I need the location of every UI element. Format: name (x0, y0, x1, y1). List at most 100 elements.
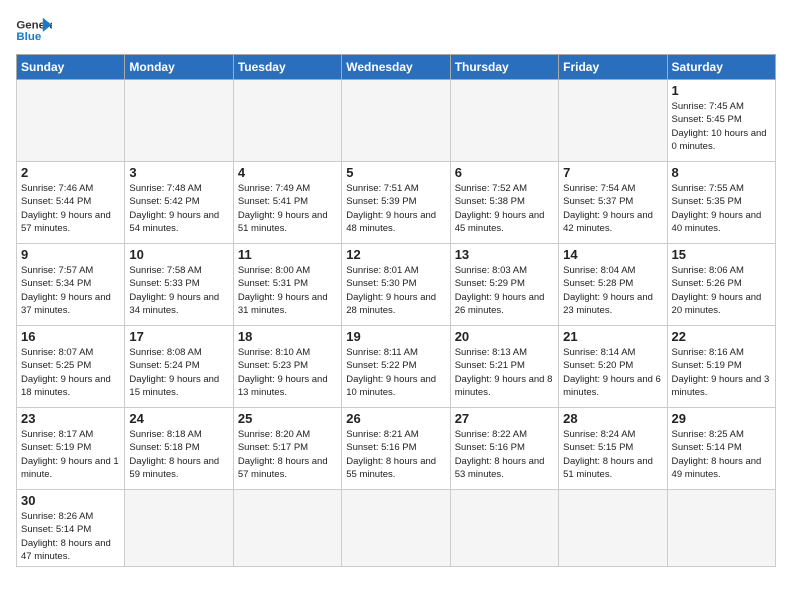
day-info: Sunrise: 8:17 AM Sunset: 5:19 PM Dayligh… (21, 428, 120, 481)
day-number: 1 (672, 83, 771, 98)
calendar-day-cell: 2 Sunrise: 7:46 AM Sunset: 5:44 PM Daylig… (17, 162, 125, 244)
weekday-header-cell: Tuesday (233, 55, 341, 80)
calendar-day-cell: 24Sunrise: 8:18 AM Sunset: 5:18 PM Dayli… (125, 408, 233, 490)
calendar-day-cell: 7Sunrise: 7:54 AM Sunset: 5:37 PM Daylig… (559, 162, 667, 244)
calendar-table: SundayMondayTuesdayWednesdayThursdayFrid… (16, 54, 776, 567)
calendar-week-row: 16Sunrise: 8:07 AM Sunset: 5:25 PM Dayli… (17, 326, 776, 408)
calendar-day-cell: 9 Sunrise: 7:57 AM Sunset: 5:34 PM Daylig… (17, 244, 125, 326)
day-info: Sunrise: 8:16 AM Sunset: 5:19 PM Dayligh… (672, 346, 771, 399)
calendar-day-cell: 22 Sunrise: 8:16 AM Sunset: 5:19 PM Dayli… (667, 326, 775, 408)
day-number: 13 (455, 247, 554, 262)
calendar-day-cell (559, 80, 667, 162)
day-number: 23 (21, 411, 120, 426)
calendar-day-cell: 18Sunrise: 8:10 AM Sunset: 5:23 PM Dayli… (233, 326, 341, 408)
day-info: Sunrise: 8:18 AM Sunset: 5:18 PM Dayligh… (129, 428, 228, 481)
day-number: 12 (346, 247, 445, 262)
day-number: 21 (563, 329, 662, 344)
calendar-day-cell: 26Sunrise: 8:21 AM Sunset: 5:16 PM Dayli… (342, 408, 450, 490)
weekday-header-cell: Friday (559, 55, 667, 80)
calendar-day-cell: 8 Sunrise: 7:55 AM Sunset: 5:35 PM Daylig… (667, 162, 775, 244)
day-number: 19 (346, 329, 445, 344)
logo-icon: General Blue (16, 16, 52, 46)
calendar-day-cell (667, 490, 775, 567)
calendar-day-cell: 23 Sunrise: 8:17 AM Sunset: 5:19 PM Dayli… (17, 408, 125, 490)
day-info: Sunrise: 8:11 AM Sunset: 5:22 PM Dayligh… (346, 346, 445, 399)
day-number: 4 (238, 165, 337, 180)
calendar-week-row: 2 Sunrise: 7:46 AM Sunset: 5:44 PM Daylig… (17, 162, 776, 244)
calendar-day-cell: 10 Sunrise: 7:58 AM Sunset: 5:33 PM Dayli… (125, 244, 233, 326)
calendar-day-cell: 29Sunrise: 8:25 AM Sunset: 5:14 PM Dayli… (667, 408, 775, 490)
calendar-day-cell: 12 Sunrise: 8:01 AM Sunset: 5:30 PM Dayli… (342, 244, 450, 326)
calendar-day-cell: 16Sunrise: 8:07 AM Sunset: 5:25 PM Dayli… (17, 326, 125, 408)
calendar-week-row: 1 Sunrise: 7:45 AM Sunset: 5:45 PM Daylig… (17, 80, 776, 162)
day-number: 9 (21, 247, 120, 262)
day-info: Sunrise: 8:07 AM Sunset: 5:25 PM Dayligh… (21, 346, 120, 399)
calendar-day-cell: 21Sunrise: 8:14 AM Sunset: 5:20 PM Dayli… (559, 326, 667, 408)
calendar-day-cell: 3Sunrise: 7:48 AM Sunset: 5:42 PM Daylig… (125, 162, 233, 244)
day-info: Sunrise: 7:55 AM Sunset: 5:35 PM Dayligh… (672, 182, 771, 235)
weekday-header-row: SundayMondayTuesdayWednesdayThursdayFrid… (17, 55, 776, 80)
calendar-week-row: 30 Sunrise: 8:26 AM Sunset: 5:14 PM Dayli… (17, 490, 776, 567)
day-info: Sunrise: 7:58 AM Sunset: 5:33 PM Dayligh… (129, 264, 228, 317)
calendar-day-cell: 17 Sunrise: 8:08 AM Sunset: 5:24 PM Dayli… (125, 326, 233, 408)
day-info: Sunrise: 8:26 AM Sunset: 5:14 PM Dayligh… (21, 510, 120, 563)
calendar-day-cell: 15Sunrise: 8:06 AM Sunset: 5:26 PM Dayli… (667, 244, 775, 326)
calendar-body: 1 Sunrise: 7:45 AM Sunset: 5:45 PM Daylig… (17, 80, 776, 567)
day-info: Sunrise: 7:45 AM Sunset: 5:45 PM Dayligh… (672, 100, 771, 153)
day-number: 27 (455, 411, 554, 426)
calendar-day-cell: 6 Sunrise: 7:52 AM Sunset: 5:38 PM Daylig… (450, 162, 558, 244)
day-number: 6 (455, 165, 554, 180)
day-number: 22 (672, 329, 771, 344)
calendar-day-cell (342, 490, 450, 567)
day-info: Sunrise: 7:49 AM Sunset: 5:41 PM Dayligh… (238, 182, 337, 235)
calendar-day-cell (125, 490, 233, 567)
calendar-day-cell: 28Sunrise: 8:24 AM Sunset: 5:15 PM Dayli… (559, 408, 667, 490)
calendar-day-cell (233, 80, 341, 162)
calendar-day-cell (450, 490, 558, 567)
day-info: Sunrise: 7:54 AM Sunset: 5:37 PM Dayligh… (563, 182, 662, 235)
calendar-day-cell: 11 Sunrise: 8:00 AM Sunset: 5:31 PM Dayli… (233, 244, 341, 326)
day-info: Sunrise: 8:10 AM Sunset: 5:23 PM Dayligh… (238, 346, 337, 399)
day-number: 17 (129, 329, 228, 344)
day-info: Sunrise: 8:00 AM Sunset: 5:31 PM Dayligh… (238, 264, 337, 317)
day-info: Sunrise: 8:08 AM Sunset: 5:24 PM Dayligh… (129, 346, 228, 399)
day-number: 8 (672, 165, 771, 180)
day-info: Sunrise: 7:46 AM Sunset: 5:44 PM Dayligh… (21, 182, 120, 235)
day-info: Sunrise: 8:01 AM Sunset: 5:30 PM Dayligh… (346, 264, 445, 317)
calendar-day-cell: 30 Sunrise: 8:26 AM Sunset: 5:14 PM Dayli… (17, 490, 125, 567)
calendar-day-cell: 19 Sunrise: 8:11 AM Sunset: 5:22 PM Dayli… (342, 326, 450, 408)
calendar-day-cell (559, 490, 667, 567)
calendar-week-row: 23 Sunrise: 8:17 AM Sunset: 5:19 PM Dayli… (17, 408, 776, 490)
weekday-header-cell: Wednesday (342, 55, 450, 80)
day-number: 20 (455, 329, 554, 344)
day-number: 10 (129, 247, 228, 262)
calendar-day-cell (125, 80, 233, 162)
day-info: Sunrise: 8:04 AM Sunset: 5:28 PM Dayligh… (563, 264, 662, 317)
day-number: 30 (21, 493, 120, 508)
day-number: 29 (672, 411, 771, 426)
calendar-week-row: 9 Sunrise: 7:57 AM Sunset: 5:34 PM Daylig… (17, 244, 776, 326)
weekday-header-cell: Thursday (450, 55, 558, 80)
calendar-day-cell (233, 490, 341, 567)
day-number: 14 (563, 247, 662, 262)
calendar-day-cell (342, 80, 450, 162)
weekday-header-cell: Monday (125, 55, 233, 80)
calendar-day-cell: 4 Sunrise: 7:49 AM Sunset: 5:41 PM Daylig… (233, 162, 341, 244)
day-info: Sunrise: 7:57 AM Sunset: 5:34 PM Dayligh… (21, 264, 120, 317)
calendar-day-cell: 25 Sunrise: 8:20 AM Sunset: 5:17 PM Dayli… (233, 408, 341, 490)
calendar-day-cell: 20Sunrise: 8:13 AM Sunset: 5:21 PM Dayli… (450, 326, 558, 408)
calendar-day-cell: 13 Sunrise: 8:03 AM Sunset: 5:29 PM Dayli… (450, 244, 558, 326)
day-info: Sunrise: 8:21 AM Sunset: 5:16 PM Dayligh… (346, 428, 445, 481)
calendar-day-cell (17, 80, 125, 162)
weekday-header-cell: Saturday (667, 55, 775, 80)
day-info: Sunrise: 8:24 AM Sunset: 5:15 PM Dayligh… (563, 428, 662, 481)
calendar-day-cell: 14 Sunrise: 8:04 AM Sunset: 5:28 PM Dayli… (559, 244, 667, 326)
day-number: 5 (346, 165, 445, 180)
day-info: Sunrise: 7:52 AM Sunset: 5:38 PM Dayligh… (455, 182, 554, 235)
day-number: 2 (21, 165, 120, 180)
calendar-day-cell (450, 80, 558, 162)
day-number: 25 (238, 411, 337, 426)
day-info: Sunrise: 8:20 AM Sunset: 5:17 PM Dayligh… (238, 428, 337, 481)
day-number: 11 (238, 247, 337, 262)
day-info: Sunrise: 8:03 AM Sunset: 5:29 PM Dayligh… (455, 264, 554, 317)
